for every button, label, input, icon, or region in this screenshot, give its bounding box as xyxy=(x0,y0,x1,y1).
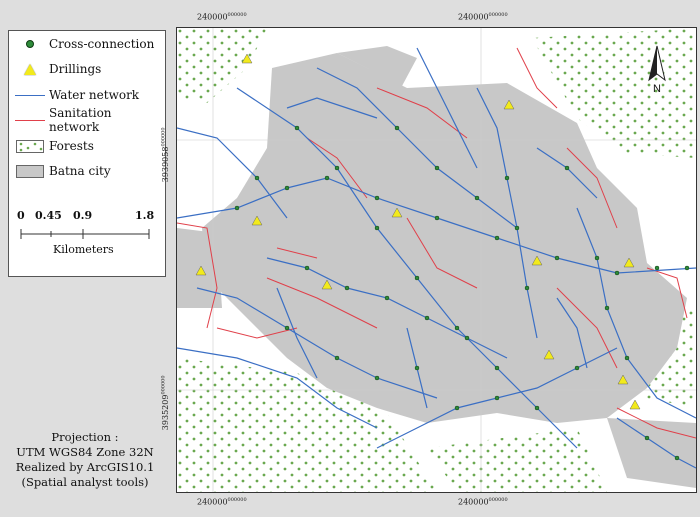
legend-item-forests: Forests xyxy=(15,137,94,155)
city-fill-icon xyxy=(15,164,45,178)
scale-tick-label: 0 xyxy=(17,209,25,222)
coord-label-top-left: 240000000000 xyxy=(197,12,247,22)
cross-connection-dot-icon xyxy=(15,37,45,51)
legend-item-water-network: Water network xyxy=(15,86,139,104)
projection-line: UTM WGS84 Zone 32N xyxy=(16,445,154,459)
sanitation-line-icon xyxy=(15,113,45,127)
scale-tick-label: 0.45 xyxy=(35,209,62,222)
legend-label: Batna city xyxy=(49,164,111,178)
legend: Cross-connection Drillings Water network… xyxy=(8,30,166,277)
map-page: Cross-connection Drillings Water network… xyxy=(0,0,700,517)
legend-item-batna-city: Batna city xyxy=(15,162,111,180)
scale-unit-label: Kilometers xyxy=(53,243,114,256)
north-arrow-label: N xyxy=(653,83,661,95)
legend-label: Forests xyxy=(49,139,94,153)
projection-line: Realized by ArcGIS10.1 xyxy=(15,460,155,474)
drilling-triangle-icon xyxy=(15,62,45,76)
coord-label-top-right: 240000000000 xyxy=(458,12,508,22)
legend-item-drillings: Drillings xyxy=(15,60,101,78)
legend-item-sanitation-network: Sanitation network xyxy=(15,106,165,134)
scale-bar: 0 0.45 0.9 1.8 Kilometers xyxy=(13,209,163,279)
forest-pattern-icon xyxy=(15,139,45,153)
projection-line: Projection : xyxy=(51,430,119,444)
scale-bar-graphic xyxy=(20,229,150,239)
legend-label: Drillings xyxy=(49,62,102,76)
legend-item-cross-connection: Cross-connection xyxy=(15,35,154,53)
network-map: N xyxy=(177,28,696,492)
coord-label-left-upper: 3939058000000 xyxy=(160,127,171,183)
coord-label-left-lower: 3935209000000 xyxy=(160,375,171,431)
scale-tick-label: 1.8 xyxy=(135,209,155,222)
legend-label: Cross-connection xyxy=(49,37,155,51)
coord-label-bottom-left: 240000000000 xyxy=(197,497,247,507)
projection-note: Projection : UTM WGS84 Zone 32N Realized… xyxy=(0,430,170,490)
water-line-icon xyxy=(15,88,45,102)
map-frame: N xyxy=(176,27,697,493)
scale-tick-label: 0.9 xyxy=(73,209,93,222)
legend-label: Sanitation network xyxy=(49,106,112,134)
projection-line: (Spatial analyst tools) xyxy=(21,475,149,489)
legend-label: Water network xyxy=(49,88,140,102)
coord-label-bottom-right: 240000000000 xyxy=(458,497,508,507)
